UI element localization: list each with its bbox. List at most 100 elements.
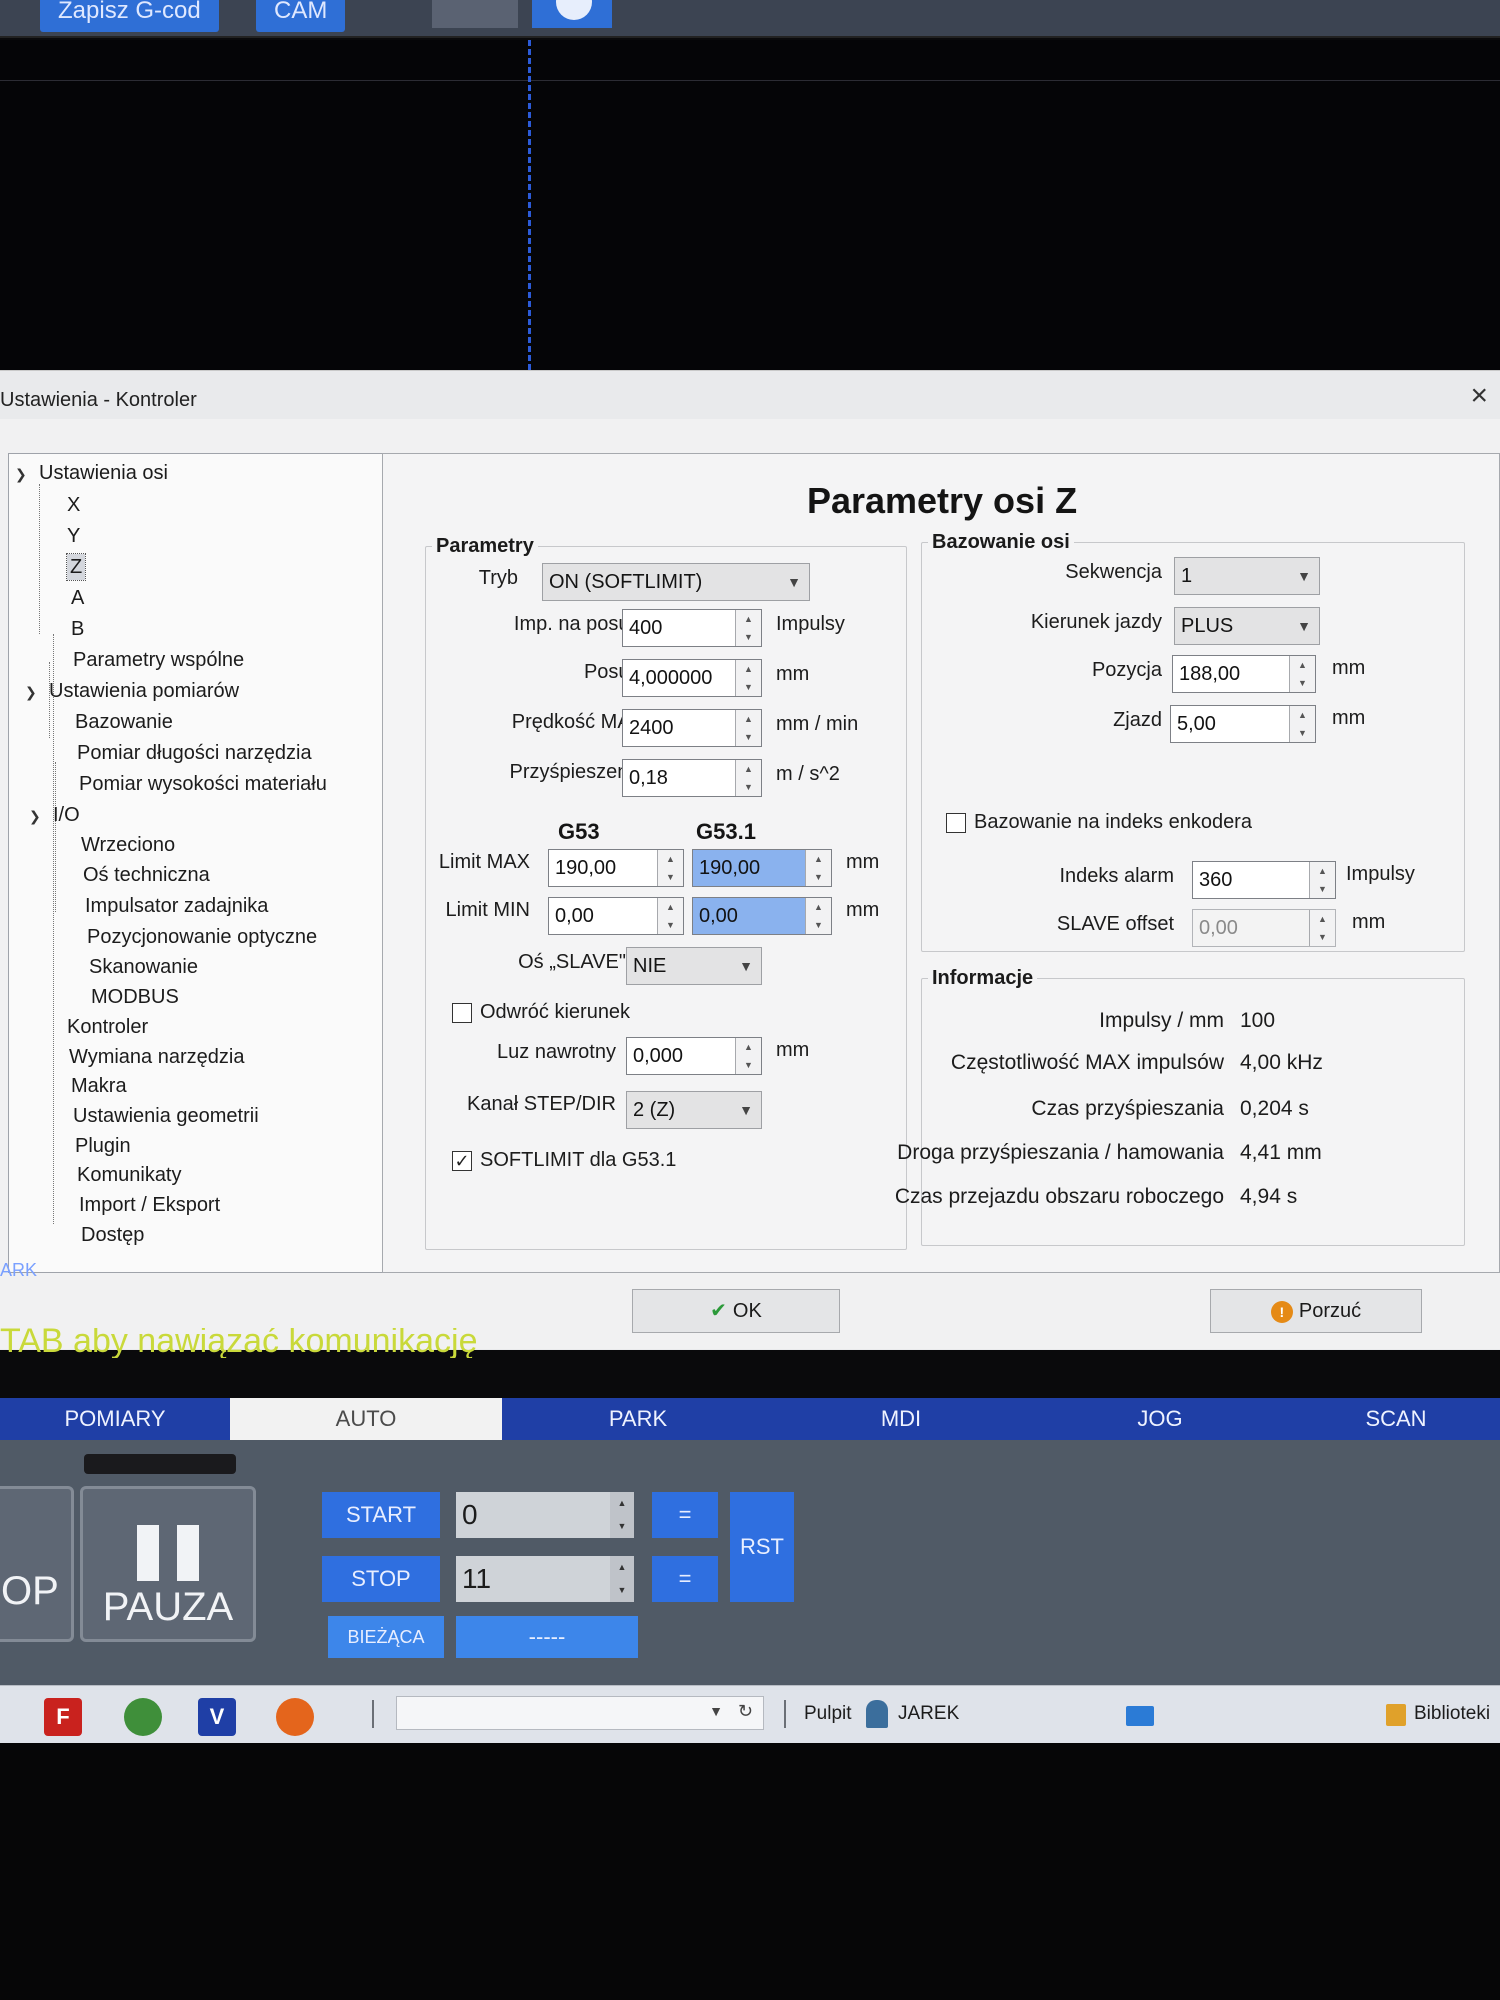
start-line-label[interactable]: START [322, 1492, 440, 1538]
tree-item-homing[interactable]: Bazowanie [75, 709, 173, 735]
feed-input[interactable]: 4,000000 ▲ ▼ [622, 659, 762, 697]
tab-mdi[interactable]: MDI [774, 1398, 1028, 1440]
folder-icon[interactable] [1386, 1704, 1406, 1726]
acceleration-input[interactable]: 0,18 ▲ ▼ [622, 759, 762, 797]
close-icon[interactable]: × [1470, 379, 1488, 413]
user-icon[interactable] [866, 1700, 888, 1728]
spinner-arrows[interactable]: ▲ ▼ [735, 710, 761, 746]
tree-item-geometry-settings[interactable]: Ustawienia geometrii [73, 1103, 259, 1129]
tree-item-import-export[interactable]: Import / Eksport [79, 1192, 220, 1218]
tree-item-axis-z[interactable]: Z [65, 553, 87, 581]
stop-line-input[interactable]: 11 ▲ ▼ [456, 1556, 634, 1602]
spinner-arrows[interactable]: ▲ ▼ [657, 898, 683, 934]
tree-item-tool-length[interactable]: Pomiar długości narzędzia [77, 740, 312, 766]
toolpath-canvas[interactable] [0, 40, 1500, 370]
tree-item-io[interactable]: ❯ I/O [29, 802, 80, 828]
tree-item-technical-axis[interactable]: Oś techniczna [83, 862, 210, 888]
tree-item-controller[interactable]: Kontroler [67, 1014, 148, 1040]
spinner-arrows[interactable]: ▲ ▼ [610, 1492, 634, 1538]
tree-item-axis-x[interactable]: X [67, 492, 80, 518]
spinner-arrows[interactable]: ▲ ▼ [1289, 656, 1315, 692]
stop-button[interactable]: OP [0, 1486, 74, 1642]
firefox-icon[interactable] [276, 1698, 314, 1736]
settings-tree[interactable]: ❯ Ustawienia osi X Y Z A B Parametry wspó… [8, 453, 390, 1273]
limit-min-g531-input[interactable]: 0,00 ▲ ▼ [692, 897, 832, 935]
app-globe-icon[interactable] [124, 1698, 162, 1736]
address-bar[interactable]: ▼ ↻ [396, 1696, 764, 1730]
imp-per-feed-input[interactable]: 400 ▲ ▼ [622, 609, 762, 647]
position-input[interactable]: 188,00 ▲ ▼ [1172, 655, 1316, 693]
computer-icon[interactable] [1126, 1706, 1154, 1726]
tree-item-macros[interactable]: Makra [71, 1073, 127, 1099]
tree-item-access[interactable]: Dostęp [81, 1222, 144, 1248]
sequence-select[interactable]: 1 ▼ [1174, 557, 1320, 595]
tree-item-axis-b[interactable]: B [71, 616, 84, 642]
stop-line-label[interactable]: STOP [322, 1556, 440, 1602]
mode-select[interactable]: ON (SOFTLIMIT) ▼ [542, 563, 810, 601]
reverse-direction-checkbox[interactable] [452, 1003, 472, 1023]
tab-park[interactable]: PARK [502, 1398, 774, 1440]
start-equals-button[interactable]: = [652, 1492, 718, 1538]
backlash-input[interactable]: 0,000 ▲ ▼ [626, 1037, 762, 1075]
limit-max-g531-input[interactable]: 190,00 ▲ ▼ [692, 849, 832, 887]
tree-item-common-params[interactable]: Parametry wspólne [73, 647, 244, 673]
app-f-icon[interactable]: F [44, 1698, 82, 1736]
pause-button[interactable]: PAUZA [80, 1486, 256, 1642]
start-line-input[interactable]: 0 ▲ ▼ [456, 1492, 634, 1538]
rst-button[interactable]: RST [730, 1492, 794, 1602]
tree-item-plugin[interactable]: Plugin [75, 1133, 131, 1159]
spinner-arrows[interactable]: ▲ ▼ [735, 760, 761, 796]
cancel-button[interactable]: ! Porzuć [1210, 1289, 1422, 1333]
tab-scan[interactable]: SCAN [1292, 1398, 1500, 1440]
tree-item-scanning[interactable]: Skanowanie [89, 954, 198, 980]
image-icon[interactable] [432, 0, 518, 28]
softlimit-g531-checkbox[interactable]: ✓ [452, 1151, 472, 1171]
current-line-label[interactable]: BIEŻĄCA [328, 1616, 444, 1658]
refresh-icon[interactable]: ↻ [738, 1701, 753, 1722]
index-alarm-input[interactable]: 360 ▲ ▼ [1192, 861, 1336, 899]
spinner-arrows[interactable]: ▲ ▼ [610, 1556, 634, 1602]
spinner-arrows[interactable]: ▲ ▼ [805, 898, 831, 934]
spinner-arrows[interactable]: ▲ ▼ [1309, 862, 1335, 898]
tab-jog[interactable]: JOG [1028, 1398, 1292, 1440]
tree-item-tool-change[interactable]: Wymiana narzędzia [69, 1044, 244, 1070]
chevron-down-icon[interactable]: ❯ [29, 803, 45, 829]
slave-axis-select[interactable]: NIE ▼ [626, 947, 762, 985]
desktop-link[interactable]: Pulpit [804, 1703, 852, 1725]
limit-min-g53-input[interactable]: 0,00 ▲ ▼ [548, 897, 684, 935]
spinner-arrows[interactable]: ▲ ▼ [735, 1038, 761, 1074]
spinner-arrows[interactable]: ▲ ▼ [735, 660, 761, 696]
spinner-arrows[interactable]: ▲ ▼ [1309, 910, 1335, 946]
tab-auto[interactable]: AUTO [230, 1398, 502, 1440]
chevron-down-icon[interactable]: ▼ [709, 1703, 723, 1719]
encoder-index-checkbox[interactable] [946, 813, 966, 833]
tree-item-axes-settings[interactable]: ❯ Ustawienia osi [15, 460, 168, 486]
cam-button[interactable]: CAM [256, 0, 346, 32]
tree-item-modbus[interactable]: MODBUS [91, 984, 179, 1010]
direction-select[interactable]: PLUS ▼ [1174, 607, 1320, 645]
libraries-link[interactable]: Biblioteki [1414, 1703, 1490, 1725]
tree-item-axis-a[interactable]: A [71, 585, 84, 611]
ok-button[interactable]: ✔ OK [632, 1289, 840, 1333]
stop-equals-button[interactable]: = [652, 1556, 718, 1602]
tab-pomiary[interactable]: POMIARY [0, 1398, 230, 1440]
spinner-arrows[interactable]: ▲ ▼ [657, 850, 683, 886]
step-dir-channel-select[interactable]: 2 (Z) ▼ [626, 1091, 762, 1129]
slave-offset-input[interactable]: 0,00 ▲ ▼ [1192, 909, 1336, 947]
tree-item-measurement-settings[interactable]: ❯ Ustawienia pomiarów [25, 678, 239, 704]
limit-max-g53-input[interactable]: 190,00 ▲ ▼ [548, 849, 684, 887]
spinner-arrows[interactable]: ▲ ▼ [805, 850, 831, 886]
spinner-arrows[interactable]: ▲ ▼ [735, 610, 761, 646]
max-speed-input[interactable]: 2400 ▲ ▼ [622, 709, 762, 747]
tree-item-spindle[interactable]: Wrzeciono [81, 832, 175, 858]
user-link[interactable]: JAREK [898, 1703, 959, 1725]
tree-item-axis-y[interactable]: Y [67, 523, 80, 549]
save-gcode-button[interactable]: Zapisz G-cod [40, 0, 219, 32]
retract-input[interactable]: 5,00 ▲ ▼ [1170, 705, 1316, 743]
spinner-arrows[interactable]: ▲ ▼ [1289, 706, 1315, 742]
tree-item-material-height[interactable]: Pomiar wysokości materiału [79, 771, 327, 797]
tree-item-pulse-generator[interactable]: Impulsator zadajnika [85, 893, 268, 919]
info-icon[interactable] [532, 0, 612, 28]
chevron-down-icon[interactable]: ❯ [25, 679, 41, 705]
tree-item-messages[interactable]: Komunikaty [77, 1162, 182, 1188]
